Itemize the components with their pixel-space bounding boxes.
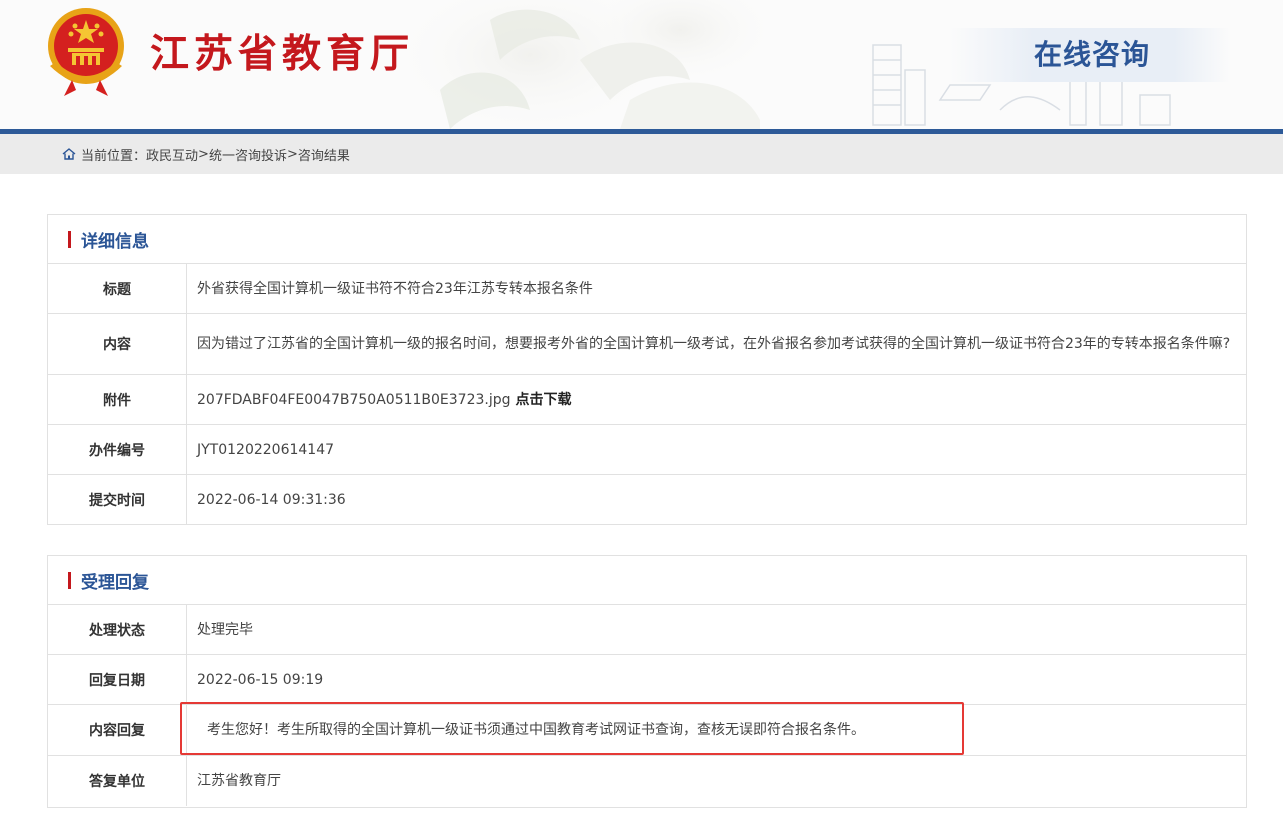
detail-row-case-number: 办件编号 JYT0120220614147: [48, 425, 1246, 475]
content-label: 内容: [48, 314, 187, 374]
reply-content-label: 内容回复: [48, 705, 187, 755]
reply-row-status: 处理状态 处理完毕: [48, 605, 1246, 655]
submit-time-label: 提交时间: [48, 475, 187, 525]
attachment-value: 207FDABF04FE0047B750A0511B0E3723.jpg 点击下…: [187, 375, 1246, 424]
reply-date-value: 2022-06-15 09:19: [197, 671, 324, 688]
detail-row-subject: 标题 外省获得全国计算机一级证书符不符合23年江苏专转本报名条件: [48, 264, 1246, 314]
breadcrumb-prefix: 当前位置：: [81, 148, 147, 164]
reply-date-label: 回复日期: [48, 655, 187, 704]
reply-unit-label: 答复单位: [48, 756, 187, 806]
breadcrumb-separator: >: [286, 146, 298, 162]
content-value: 因为错过了江苏省的全国计算机一级的报名时间，想要报考外省的全国计算机一级考试，在…: [197, 336, 1231, 352]
section-marker: [68, 230, 71, 248]
attachment-label: 附件: [48, 375, 187, 424]
reply-panel-header: 受理回复: [48, 556, 1246, 605]
home-icon: [62, 148, 76, 160]
detail-panel: 详细信息 标题 外省获得全国计算机一级证书符不符合23年江苏专转本报名条件 内容…: [47, 214, 1247, 525]
breadcrumb: 当前位置： 政民互动 > 统一咨询投诉 > 咨询结果: [62, 134, 350, 174]
section-title: 在线咨询: [1034, 38, 1151, 71]
download-link[interactable]: 点击下载: [516, 389, 572, 411]
detail-panel-header: 详细信息: [48, 215, 1246, 264]
reply-row-date: 回复日期 2022-06-15 09:19: [48, 655, 1246, 705]
site-header: 江苏省教育厅 在线咨询: [0, 0, 1283, 129]
reply-row-unit: 答复单位 江苏省教育厅: [48, 756, 1246, 806]
reply-unit-value: 江苏省教育厅: [197, 773, 281, 789]
detail-row-content: 内容 因为错过了江苏省的全国计算机一级的报名时间，想要报考外省的全国计算机一级考…: [48, 314, 1246, 375]
case-number-value: JYT0120220614147: [197, 441, 335, 458]
subject-value: 外省获得全国计算机一级证书符不符合23年江苏专转本报名条件: [197, 280, 593, 297]
reply-content-value: 考生您好！考生所取得的全国计算机一级证书须通过中国教育考试网证书查询，查核无误即…: [207, 722, 865, 738]
reply-panel-title: 受理回复: [81, 572, 149, 593]
national-emblem-logo: [48, 8, 124, 96]
case-number-label: 办件编号: [48, 425, 187, 474]
breadcrumb-separator: >: [198, 146, 209, 162]
breadcrumb-item-consult-result[interactable]: 咨询结果: [298, 145, 350, 164]
breadcrumb-item-gov-interaction[interactable]: 政民互动: [146, 145, 198, 164]
attachment-filename[interactable]: 207FDABF04FE0047B750A0511B0E3723.jpg: [197, 389, 511, 411]
status-value: 处理完毕: [197, 621, 253, 638]
section-marker: [68, 571, 71, 589]
subject-label: 标题: [48, 264, 187, 313]
reply-row-content: 内容回复 考生您好！考生所取得的全国计算机一级证书须通过中国教育考试网证书查询，…: [48, 705, 1246, 756]
site-title[interactable]: 江苏省教育厅: [150, 30, 414, 78]
breadcrumb-item-consult-complaint[interactable]: 统一咨询投诉: [209, 145, 287, 164]
detail-row-submit-time: 提交时间 2022-06-14 09:31:36: [48, 475, 1246, 525]
reply-panel: 受理回复 处理状态 处理完毕 回复日期 2022-06-15 09:19 内容回…: [47, 555, 1247, 808]
breadcrumb-bar: 当前位置： 政民互动 > 统一咨询投诉 > 咨询结果: [0, 134, 1283, 174]
detail-panel-title: 详细信息: [81, 231, 149, 252]
detail-row-attachment: 附件 207FDABF04FE0047B750A0511B0E3723.jpg …: [48, 375, 1246, 425]
submit-time-value: 2022-06-14 09:31:36: [197, 492, 346, 508]
status-label: 处理状态: [48, 605, 187, 654]
